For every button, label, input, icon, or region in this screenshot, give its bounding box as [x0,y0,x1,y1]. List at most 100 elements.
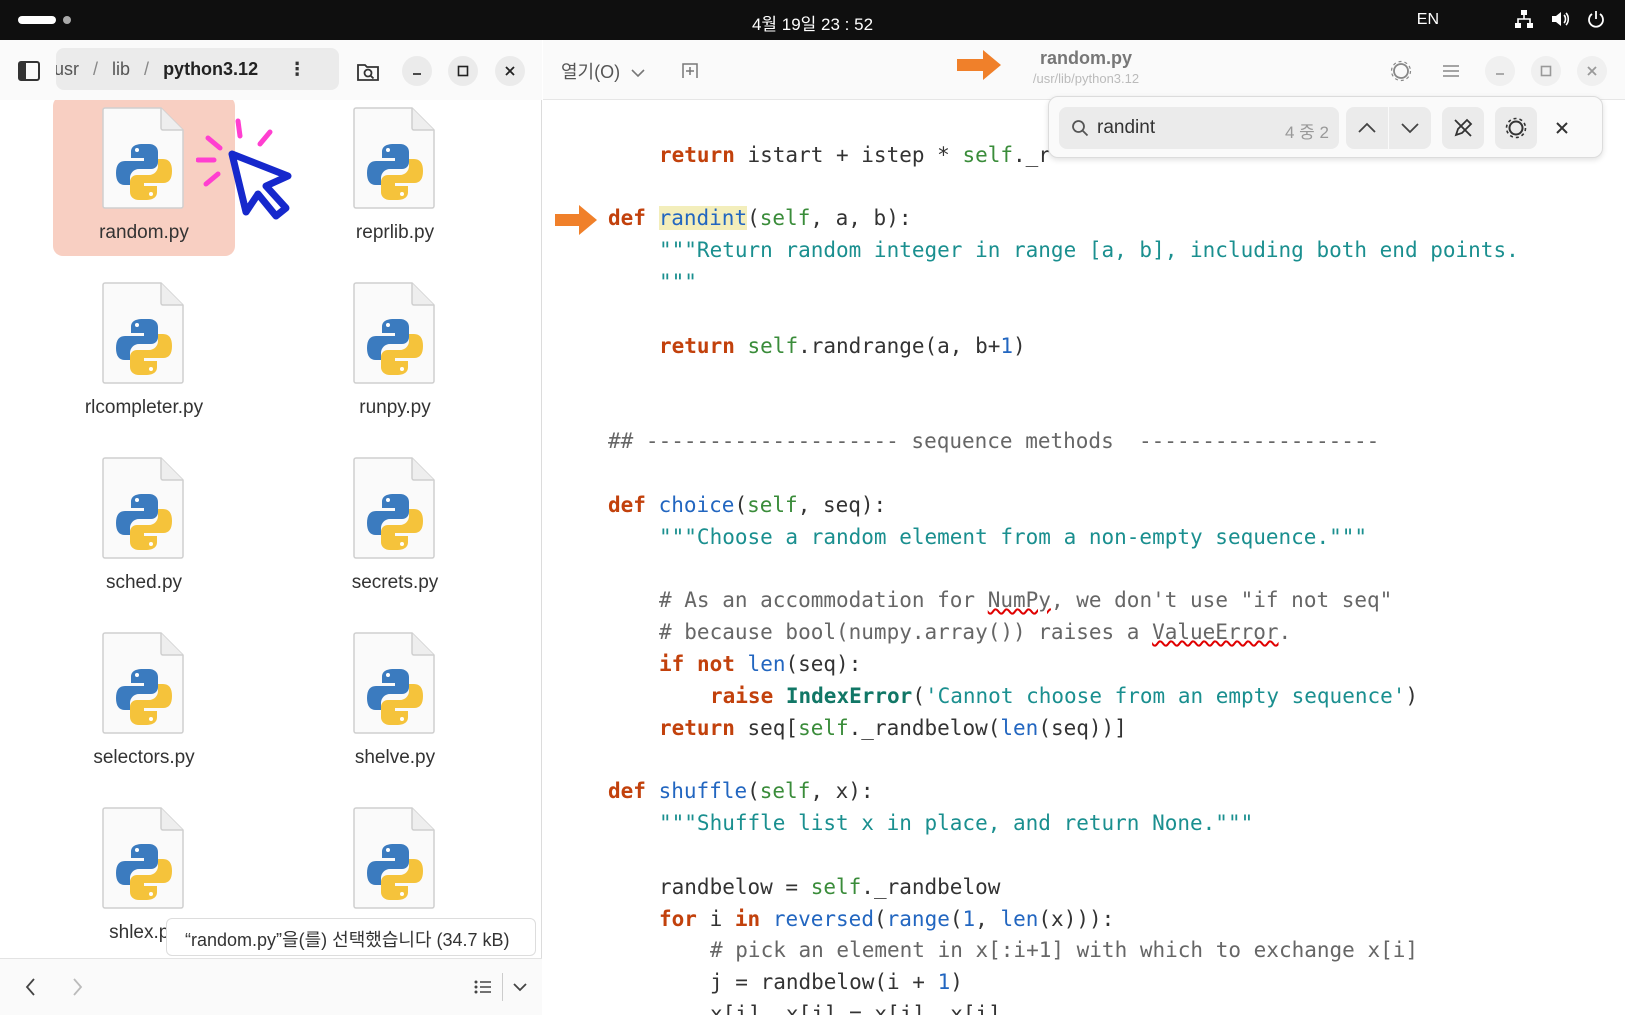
file-item[interactable]: runpy.py [304,271,486,431]
code-line: """Return random integer in range [a, b]… [659,238,1519,262]
file-item[interactable]: reprlib.py [304,100,486,256]
search-input[interactable] [1097,107,1277,149]
view-options-button[interactable] [508,973,532,1001]
path-menu-icon[interactable]: ⋮ [288,59,306,80]
file-name: selectors.py [93,747,195,768]
main-menu-button[interactable] [1436,56,1466,86]
chevron-down-icon [631,69,645,78]
code-line: if not len(seq): [659,652,862,676]
python-file-icon [352,629,438,737]
files-header: usr / lib / python3.12 ⋮ [0,40,542,100]
code-line: for i in reversed(range(1, len(x))): [659,907,1115,931]
match-count: 4 중 2 [1285,123,1329,142]
close-icon [1556,122,1568,134]
search-options-button[interactable] [1495,107,1537,149]
editor-maximize-button[interactable] [1531,56,1561,86]
path-segment-current[interactable]: python3.12 [163,59,258,80]
gear-icon [1390,60,1412,82]
file-name: shelve.py [354,747,436,768]
hamburger-menu-icon [1443,65,1459,77]
file-item[interactable]: secrets.py [304,446,486,606]
line-pointer-arrow-icon [555,205,597,235]
save-state-button[interactable] [1386,56,1416,86]
path-bar[interactable]: usr / lib / python3.12 ⋮ [56,48,339,90]
code-line: randbelow = self._randbelow [659,875,1001,899]
replace-toggle-button[interactable] [1442,107,1484,149]
code-line: # because bool(numpy.array()) raises a V… [659,620,1292,644]
path-segment-lib[interactable]: lib [112,59,130,80]
file-name: reprlib.py [355,222,435,243]
file-item[interactable]: rlcompleter.py [53,271,235,431]
volume-icon [1552,12,1570,26]
python-file-icon [352,804,438,912]
chevron-down-icon [1401,123,1419,134]
code-line: """ [659,270,697,294]
code-line: # As an accommodation for NumPy, we don'… [659,588,1393,612]
new-tab-button[interactable] [675,56,705,86]
open-menu-button[interactable]: 열기(O) [561,58,645,84]
python-file-icon [101,454,187,562]
window-title: random.py /usr/lib/python3.12 [981,48,1191,86]
search-files-button[interactable] [352,55,384,87]
search-folder-icon [357,64,379,81]
files-footer [0,958,542,1015]
search-icon [1072,120,1089,137]
text-editor-window: 열기(O) random.py /usr/lib/python3.12 retu… [543,40,1625,1015]
clock[interactable]: 4월 19일 23 : 52 [0,10,1625,35]
minimize-button[interactable] [402,56,432,86]
file-name: sched.py [105,572,183,593]
system-tray[interactable] [1513,8,1607,30]
list-view-icon [474,980,491,994]
close-icon [1587,66,1597,76]
maximize-icon [457,65,469,77]
input-language[interactable]: EN [1417,11,1439,29]
editor-close-button[interactable] [1577,56,1607,86]
maximize-icon [1540,65,1552,77]
editor-minimize-button[interactable] [1485,56,1515,86]
python-file-icon [101,804,187,912]
list-view-button[interactable] [470,973,496,1001]
file-name: runpy.py [359,397,431,418]
next-match-button[interactable] [1389,107,1431,149]
search-field[interactable]: 4 중 2 [1059,107,1339,149]
code-line: raise IndexError('Cannot choose from an … [710,684,1419,708]
previous-match-button[interactable] [1346,107,1388,149]
maximize-button[interactable] [448,56,478,86]
close-button[interactable] [495,56,525,86]
code-line: """Shuffle list x in place, and return N… [659,811,1254,835]
file-item[interactable]: selectors.py [53,621,235,781]
python-file-icon [352,104,438,212]
forward-button[interactable] [66,973,90,1001]
close-icon [505,66,515,76]
chevron-up-icon [1358,122,1376,133]
code-view[interactable]: return istart + istep * self._r def rand… [543,100,1625,1015]
sidebar-toggle-button[interactable] [14,56,44,86]
code-line: ## -------------------- sequence methods… [608,429,1380,453]
network-icon [1515,10,1533,28]
code-line: x[i], x[j] = x[j], x[i] [710,1002,1001,1015]
file-item[interactable]: shelve.py [304,621,486,781]
python-file-icon [101,629,187,737]
python-file-icon [352,454,438,562]
back-button[interactable] [18,973,42,1001]
file-name: secrets.py [351,572,439,593]
code-line: return seq[self._randbelow(len(seq))] [659,716,1127,740]
divider [502,973,503,1001]
click-cursor-icon [196,118,292,220]
file-item[interactable]: sched.py [53,446,235,606]
document-title: random.py [1039,48,1132,68]
code-line: def choice(self, seq): [608,493,887,517]
code-line: def shuffle(self, x): [608,779,874,803]
python-file-icon [101,104,187,212]
system-top-bar: 4월 19일 23 : 52 EN [0,0,1625,40]
python-file-icon [101,279,187,387]
path-separator: / [93,58,99,79]
document-path: /usr/lib/python3.12 [1032,71,1140,86]
chevron-right-icon [73,978,83,996]
file-name: rlcompleter.py [84,397,204,418]
chevron-left-icon [25,978,35,996]
code-line: j = randbelow(i + 1) [710,970,963,994]
path-segment-usr[interactable]: usr [56,59,79,80]
close-find-bar-button[interactable] [1549,115,1575,141]
minimize-icon [413,73,421,75]
